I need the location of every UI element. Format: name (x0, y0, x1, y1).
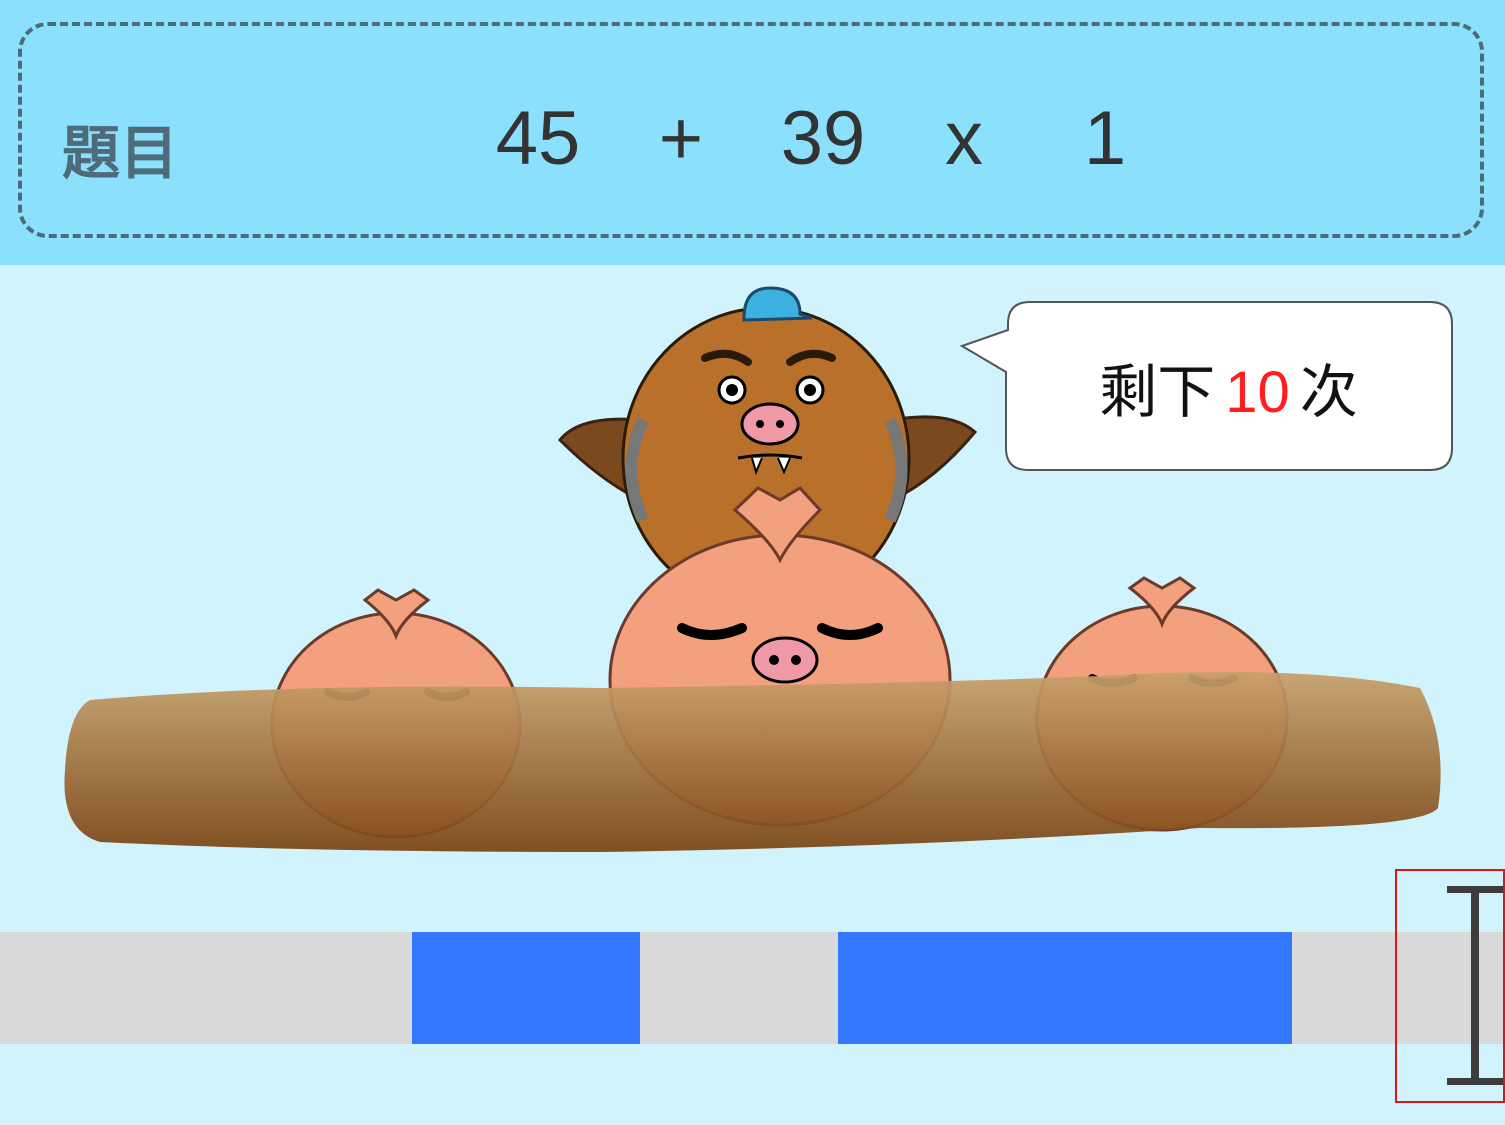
timing-track[interactable] (0, 932, 1505, 1044)
mud-mound (64, 672, 1441, 852)
cursor-selection-box (1395, 869, 1505, 1103)
remaining-count: 10 (1225, 360, 1290, 425)
remaining-suffix: 次 (1299, 358, 1358, 426)
remaining-tries: 剩下 10 次 (1005, 345, 1452, 429)
target-zone (838, 932, 1292, 1044)
target-zone (412, 932, 640, 1044)
remaining-prefix: 剩下 (1099, 358, 1216, 426)
cursor-cap-bottom (1447, 1078, 1503, 1085)
cursor-bar (1471, 890, 1479, 1084)
